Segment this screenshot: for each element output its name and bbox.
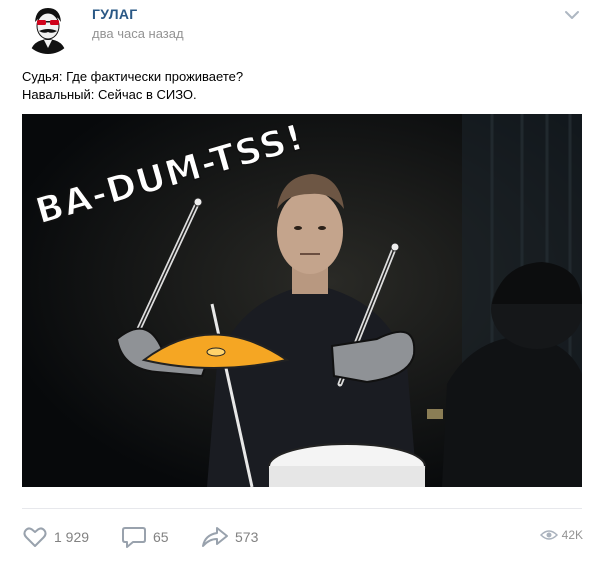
comment-icon [122,527,146,548]
comment-count: 65 [153,529,169,545]
like-count: 1 929 [54,529,90,545]
post-image[interactable]: BA-DUM-TSS! [22,114,582,487]
author-avatar[interactable] [22,2,74,54]
snare-drum [268,443,426,487]
avatar-illustration [22,2,74,54]
heart-icon [23,527,47,547]
share-count: 573 [235,529,259,545]
share-arrow-icon [202,527,228,547]
views-count: 42K [561,528,583,542]
views-counter: 42K [539,528,583,542]
post-text: Судья: Где фактически проживаете? Наваль… [22,68,582,104]
comment-button[interactable]: 65 [121,524,169,550]
share-button[interactable]: 573 [201,524,258,550]
post-timestamp[interactable]: два часа назад [92,26,184,41]
post-text-line: Судья: Где фактически проживаете? [22,69,244,84]
eye-icon [539,530,558,540]
post-text-line: Навальный: Сейчас в СИЗО. [22,87,197,102]
post-card: ГУЛАГ два часа назад Судья: Где фактичес… [0,0,603,574]
chevron-down-icon[interactable] [561,6,583,24]
author-name[interactable]: ГУЛАГ [92,6,137,22]
divider [22,508,582,509]
like-button[interactable]: 1 929 [22,524,89,550]
